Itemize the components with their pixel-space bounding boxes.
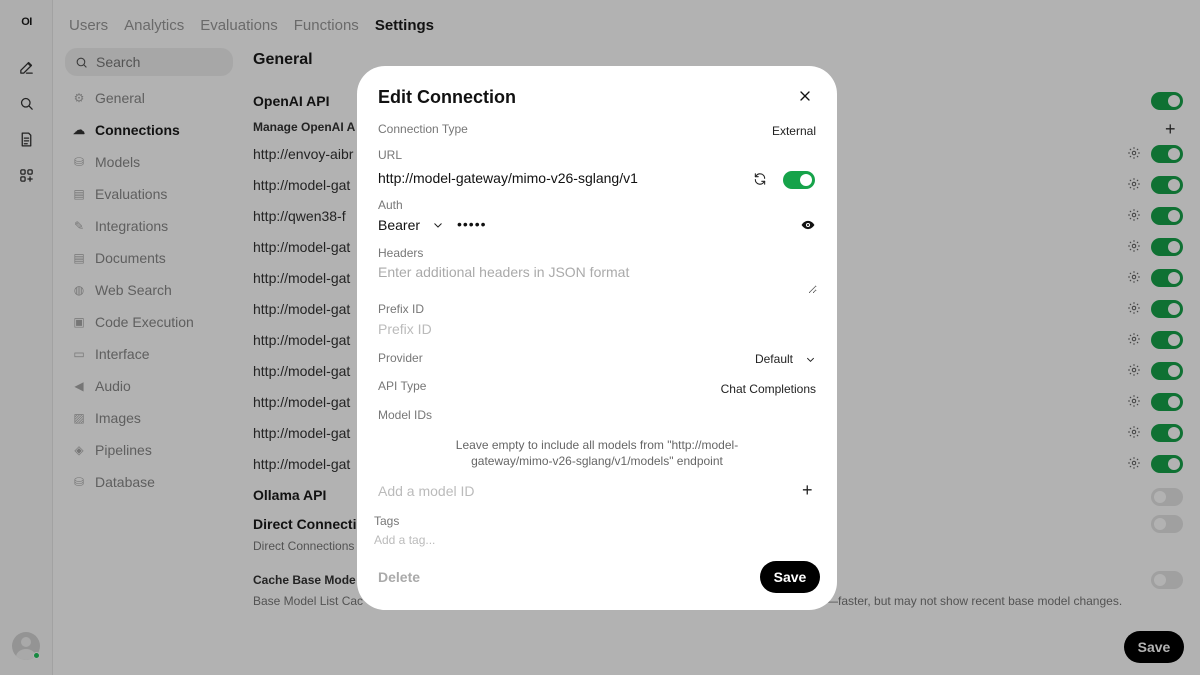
provider-select[interactable]: Default bbox=[755, 352, 816, 366]
model-ids-help-line: Leave empty to include all models from "… bbox=[455, 438, 739, 452]
model-ids-help: Leave empty to include all models from "… bbox=[417, 437, 777, 469]
close-icon bbox=[800, 91, 810, 101]
eye-icon bbox=[801, 220, 815, 230]
headers-label: Headers bbox=[378, 246, 424, 260]
auth-label: Auth bbox=[378, 198, 403, 212]
refresh-icon bbox=[754, 173, 766, 185]
url-input[interactable] bbox=[378, 170, 738, 186]
prefix-id-input[interactable] bbox=[378, 321, 678, 337]
auth-type-value: Bearer bbox=[378, 217, 421, 233]
prefix-id-label: Prefix ID bbox=[378, 302, 425, 316]
api-type-value[interactable]: Chat Completions bbox=[721, 382, 816, 396]
url-label: URL bbox=[378, 148, 403, 162]
api-type-label: API Type bbox=[378, 379, 427, 393]
edit-connection-modal: Edit Connection Connection Type External… bbox=[357, 66, 837, 610]
add-tag-input[interactable] bbox=[374, 533, 674, 547]
connection-type-label: Connection Type bbox=[378, 122, 468, 136]
delete-button[interactable]: Delete bbox=[378, 569, 420, 585]
close-button[interactable] bbox=[797, 88, 815, 106]
add-model-id-button[interactable]: + bbox=[802, 480, 813, 501]
chevron-down-icon bbox=[806, 357, 815, 362]
add-model-id-input[interactable] bbox=[378, 483, 678, 499]
show-key-button[interactable] bbox=[801, 218, 815, 232]
api-key-input[interactable] bbox=[457, 216, 757, 232]
provider-label: Provider bbox=[378, 351, 423, 365]
tags-label: Tags bbox=[374, 514, 400, 528]
model-ids-label: Model IDs bbox=[378, 408, 433, 422]
connection-enabled-toggle[interactable] bbox=[783, 171, 815, 189]
provider-value: Default bbox=[754, 352, 793, 366]
model-ids-help-line: gateway/mimo-v26-sglang/v1/models" endpo… bbox=[471, 454, 723, 468]
verify-connection-button[interactable] bbox=[753, 172, 769, 188]
connection-type-value[interactable]: External bbox=[772, 124, 816, 138]
modal-title: Edit Connection bbox=[378, 87, 516, 107]
headers-textarea[interactable] bbox=[378, 264, 817, 294]
auth-type-select[interactable]: Bearer bbox=[378, 217, 444, 233]
chevron-down-icon bbox=[434, 223, 442, 228]
save-button[interactable]: Save bbox=[760, 561, 820, 593]
